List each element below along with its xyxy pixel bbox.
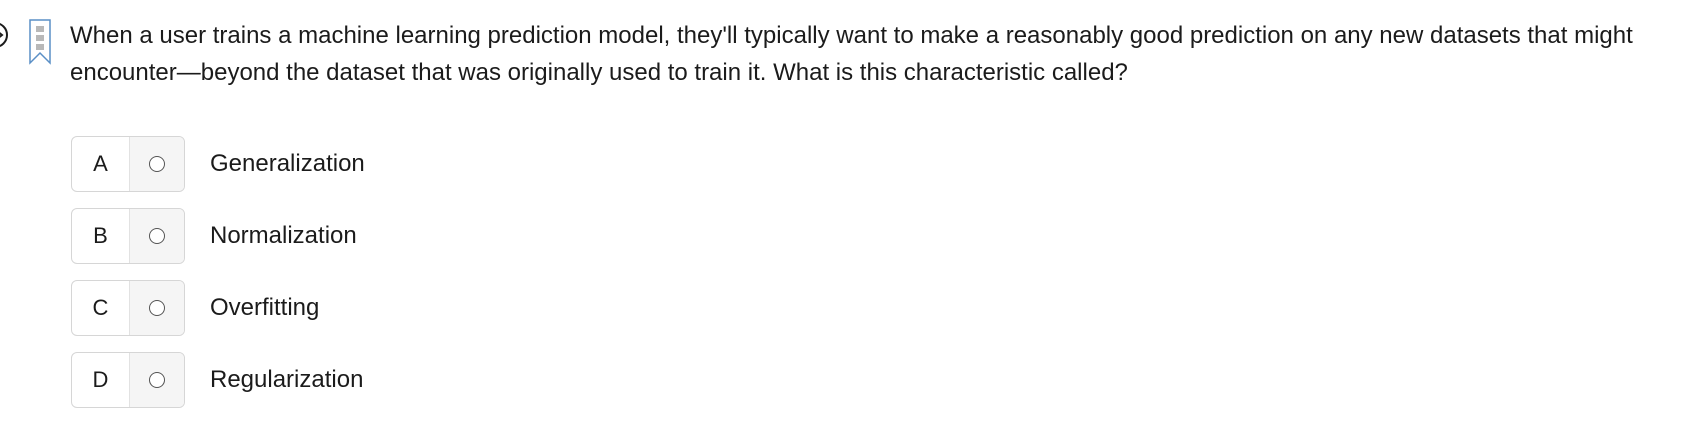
option-a[interactable]: A Generalization: [71, 135, 971, 193]
option-b-selector[interactable]: B: [71, 208, 185, 264]
arrow-right-circle-icon[interactable]: [0, 22, 8, 48]
option-b[interactable]: B Normalization: [71, 207, 971, 265]
option-letter: B: [72, 209, 130, 263]
radio-button[interactable]: [149, 228, 165, 244]
question-header: When a user trains a machine learning pr…: [0, 0, 1683, 100]
bookmark-icon[interactable]: [28, 19, 52, 65]
answer-options: A Generalization B Normalization C Overf…: [71, 135, 971, 423]
radio-button[interactable]: [149, 156, 165, 172]
option-a-selector[interactable]: A: [71, 136, 185, 192]
option-letter: A: [72, 137, 130, 191]
option-d[interactable]: D Regularization: [71, 351, 971, 409]
option-label: Overfitting: [210, 294, 320, 321]
option-c[interactable]: C Overfitting: [71, 279, 971, 337]
radio-button[interactable]: [149, 300, 165, 316]
option-label: Generalization: [210, 150, 365, 177]
radio-cell[interactable]: [130, 281, 184, 335]
option-letter: C: [72, 281, 130, 335]
radio-cell[interactable]: [130, 353, 184, 407]
option-label: Regularization: [210, 366, 364, 393]
option-c-selector[interactable]: C: [71, 280, 185, 336]
option-letter: D: [72, 353, 130, 407]
option-label: Normalization: [210, 222, 357, 249]
question-text: When a user trains a machine learning pr…: [70, 22, 1633, 86]
radio-cell[interactable]: [130, 137, 184, 191]
radio-button[interactable]: [149, 372, 165, 388]
option-d-selector[interactable]: D: [71, 352, 185, 408]
radio-cell[interactable]: [130, 209, 184, 263]
